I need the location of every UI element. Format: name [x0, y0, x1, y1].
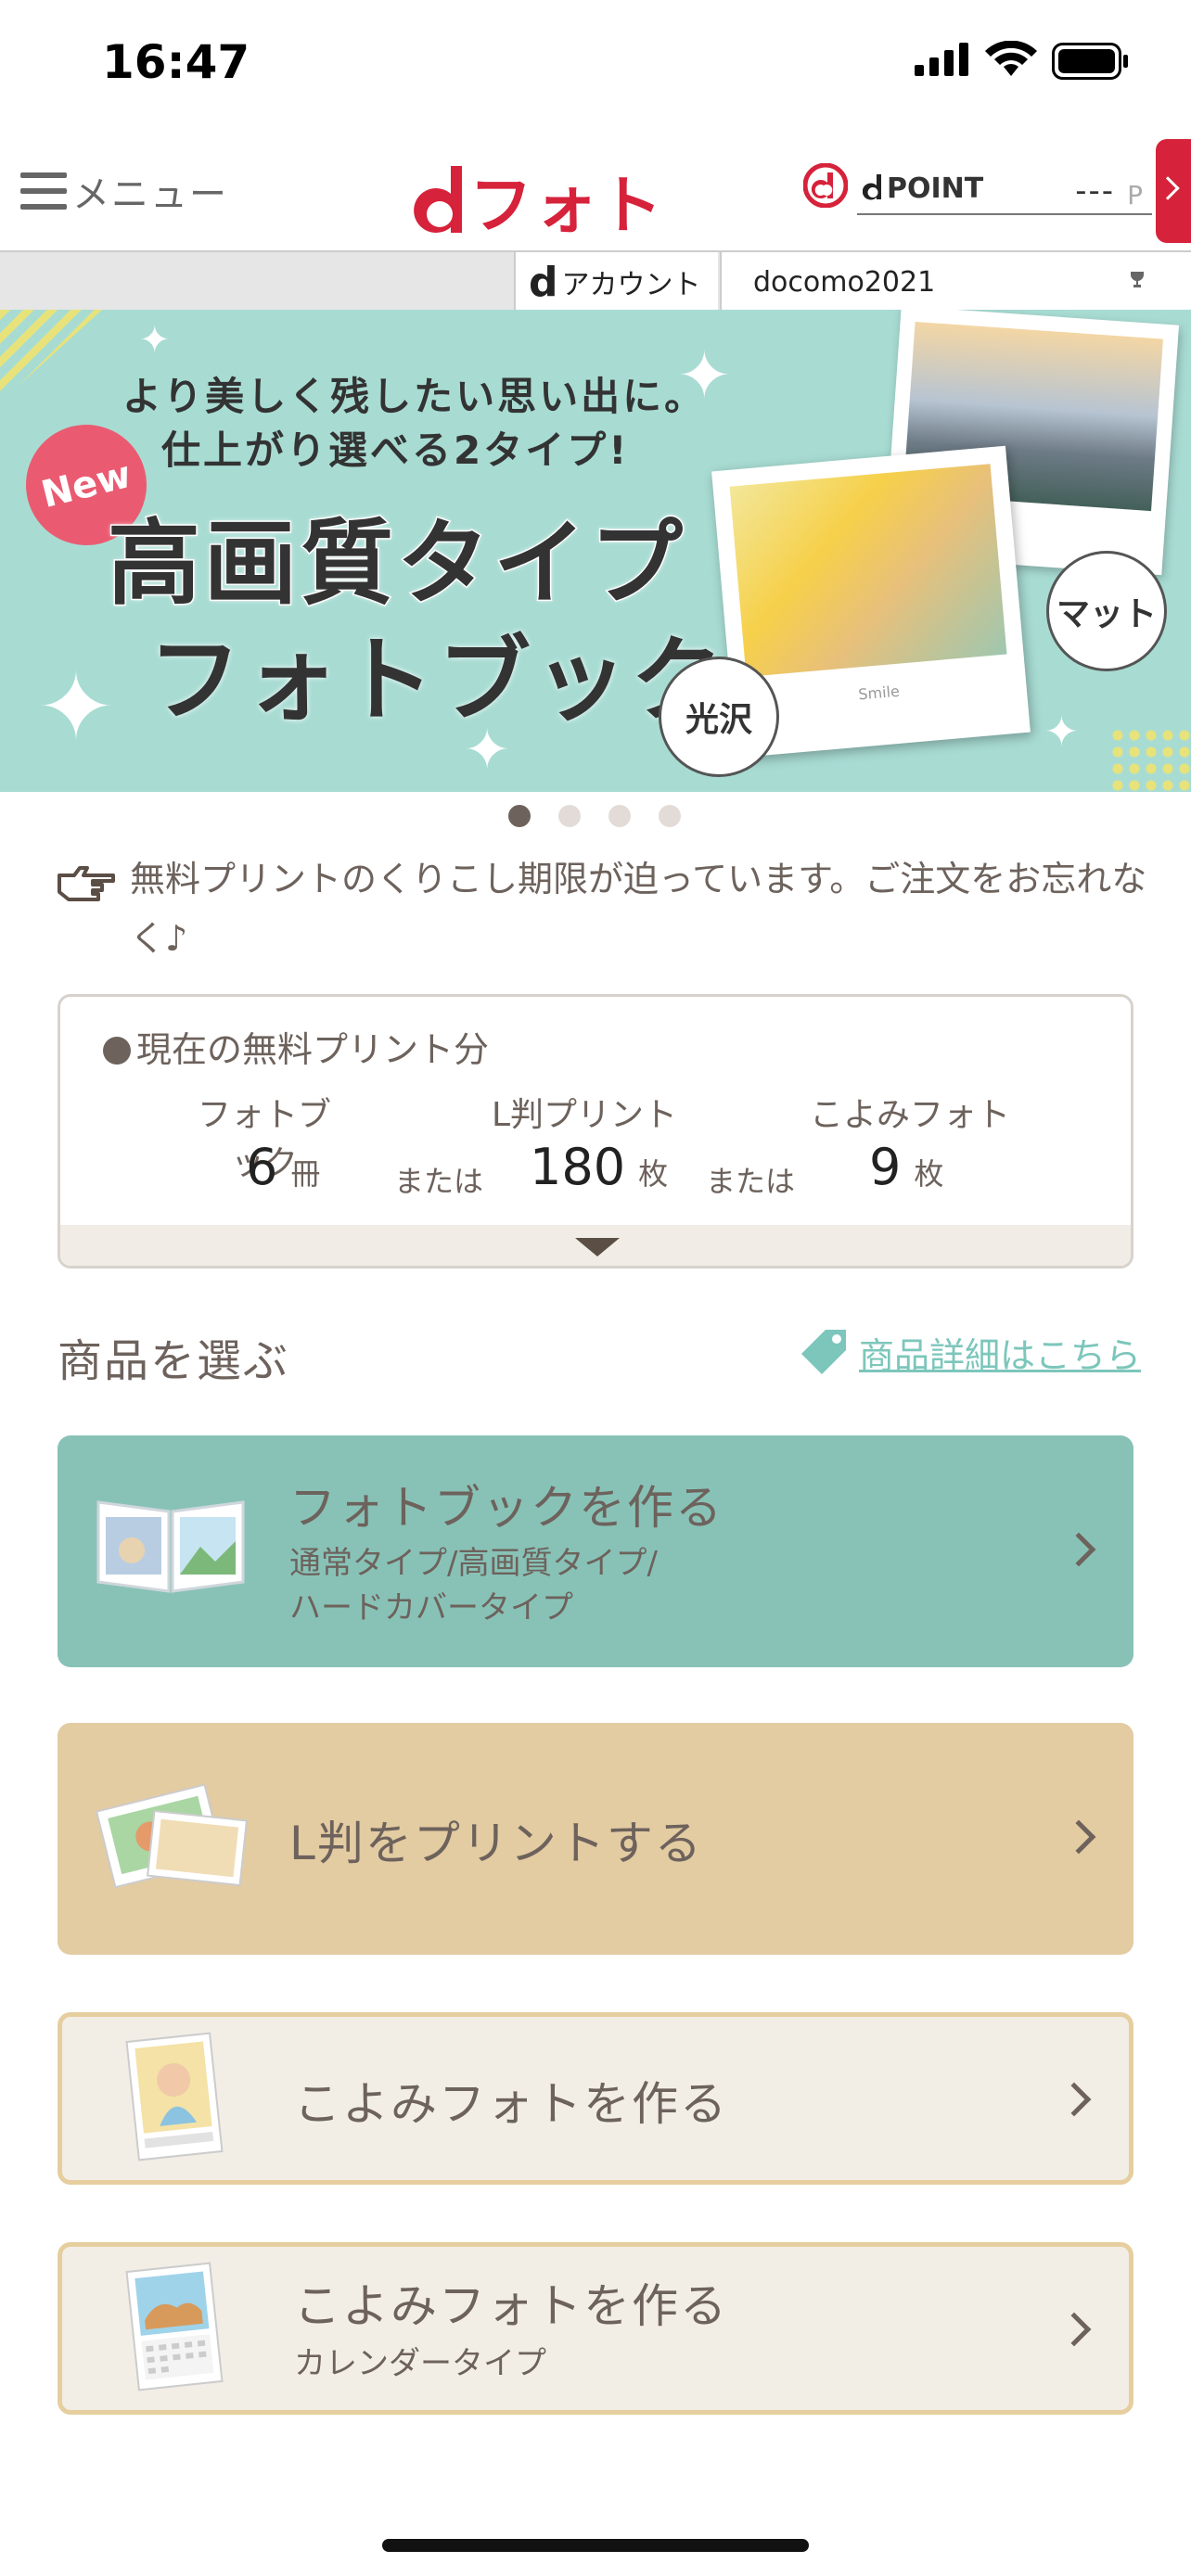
free-prints-title: 現在の無料プリント分 [103, 1021, 489, 1072]
photobook-card-title: フォトブックを作る [289, 1481, 724, 1535]
koyomi-calendar-card-sub: カレンダータイプ [294, 2345, 546, 2382]
dpoint-unit: P [1127, 180, 1143, 210]
banner-title-line2: フォトブック [148, 626, 727, 734]
notice-text: 無料プリントのくりこし期限が迫っています。ご注文をお忘れなく♪ [130, 859, 1147, 959]
app-header: メニュー フォト POINT --- P [0, 130, 1191, 250]
lprint-icon [95, 1783, 249, 1889]
koyomi-calendar-card-title: こよみフォトを作る [294, 2279, 728, 2333]
status-time: 16:47 [102, 35, 250, 89]
free-photobook-value: 6冊 [246, 1138, 321, 1196]
banner-line2: 仕上がり選べる2タイプ! [161, 427, 630, 473]
product-detail-link[interactable]: 商品詳細はこちら [798, 1326, 1141, 1378]
account-user-id: docomo2021 [753, 265, 936, 299]
pager-dot[interactable] [558, 805, 581, 827]
or-label: または [394, 1164, 484, 1199]
pointing-hand-icon [58, 866, 115, 901]
chevron-right-icon [1156, 176, 1180, 200]
product-detail-link-text: 商品詳細はこちら [859, 1334, 1142, 1376]
or-label: または [706, 1164, 796, 1199]
account-id[interactable]: docomo2021 [720, 252, 1191, 312]
banner-line1: より美しく残したい思い出に。 [122, 374, 707, 419]
banner-title-line1: 高画質タイプ [107, 508, 686, 619]
d-account-mark: d [529, 258, 558, 306]
d-mark-icon [863, 174, 881, 200]
free-lprint: L判プリント [487, 1088, 682, 1136]
lprint-card-title: L判をプリントする [289, 1817, 703, 1870]
photobook-card-sub1: 通常タイプ/高画質タイプ/ [289, 1545, 658, 1582]
free-lprint-value: 180 枚 [530, 1138, 669, 1196]
sparkle-icon: ✦ [1044, 708, 1079, 756]
photobook-card[interactable]: フォトブックを作る 通常タイプ/高画質タイプ/ ハードカバータイプ [58, 1435, 1133, 1667]
pager-dot[interactable] [508, 805, 531, 827]
free-item-name: L判プリント [491, 1096, 678, 1134]
lprint-card[interactable]: L判をプリントする [58, 1723, 1133, 1955]
price-tag-icon [801, 1330, 846, 1374]
section-title: 商品を選ぶ [58, 1335, 290, 1387]
battery-icon [1052, 43, 1128, 80]
d-logo-icon [414, 165, 462, 233]
chevron-right-icon [1057, 2082, 1092, 2117]
home-indicator[interactable] [382, 2539, 809, 2552]
d-account-text: アカウント [561, 269, 701, 301]
koyomi-card-title: こよみフォトを作る [294, 2077, 728, 2131]
logo-text: フォト [469, 170, 665, 243]
caret-down-icon [575, 1238, 620, 1256]
sparkle-icon: ✦ [37, 653, 115, 761]
matte-tag: マット [1046, 551, 1167, 671]
d-account-label: d アカウント [514, 252, 718, 312]
pager-dot[interactable] [608, 805, 631, 827]
banner-pager [508, 805, 681, 827]
wifi-icon [985, 41, 1037, 76]
sparkle-icon: ✦ [139, 319, 171, 362]
bullet-icon [103, 1037, 131, 1065]
dphoto-logo[interactable]: フォト [412, 154, 664, 246]
dpoint-widget[interactable]: POINT --- P [803, 163, 1156, 237]
account-bar: d アカウント docomo2021 [0, 250, 1191, 312]
free-koyomi: こよみフォト [808, 1088, 1012, 1136]
dpoint-label: POINT [887, 172, 984, 205]
koyomi-photo-icon [125, 2032, 224, 2162]
cellular-signal-icon [915, 43, 968, 76]
photobook-card-sub2: ハードカバータイプ [289, 1589, 573, 1626]
d-point-logo-icon [803, 163, 848, 208]
free-prints-panel[interactable]: 現在の無料プリント分 フォトブック 6冊 または L判プリント 180 枚 または… [58, 994, 1133, 1269]
promo-banner[interactable]: ✦ ✦ ✦ ✦ ✦ より美しく残したい思い出に。 仕上がり選べる2タイプ! Ne… [0, 310, 1191, 792]
dpoint-expand-tab[interactable] [1156, 139, 1191, 243]
pager-dot[interactable] [659, 805, 681, 827]
decorative-stripes [0, 310, 102, 402]
decorative-dots [1109, 727, 1191, 792]
koyomi-calendar-card[interactable]: こよみフォトを作る カレンダータイプ [58, 2242, 1133, 2415]
dpoint-value: --- [1075, 172, 1115, 210]
koyomi-calendar-icon [125, 2262, 224, 2391]
photobook-icon [96, 1500, 245, 1593]
chevron-right-icon [1061, 1819, 1096, 1855]
chevron-right-icon [1057, 2312, 1092, 2347]
status-bar: 16:47 [0, 0, 1191, 130]
gloss-tag: 光沢 [659, 657, 779, 777]
free-item-name: こよみフォト [809, 1096, 1010, 1134]
koyomi-card[interactable]: こよみフォトを作る [58, 2012, 1133, 2185]
chevron-right-icon [1061, 1532, 1096, 1567]
dpoint-underline [857, 213, 1152, 215]
trophy-icon [1130, 272, 1145, 287]
hamburger-icon [20, 172, 67, 210]
free-koyomi-value: 9枚 [869, 1138, 944, 1196]
menu-button[interactable]: メニュー [20, 165, 228, 217]
menu-label: メニュー [72, 173, 228, 216]
